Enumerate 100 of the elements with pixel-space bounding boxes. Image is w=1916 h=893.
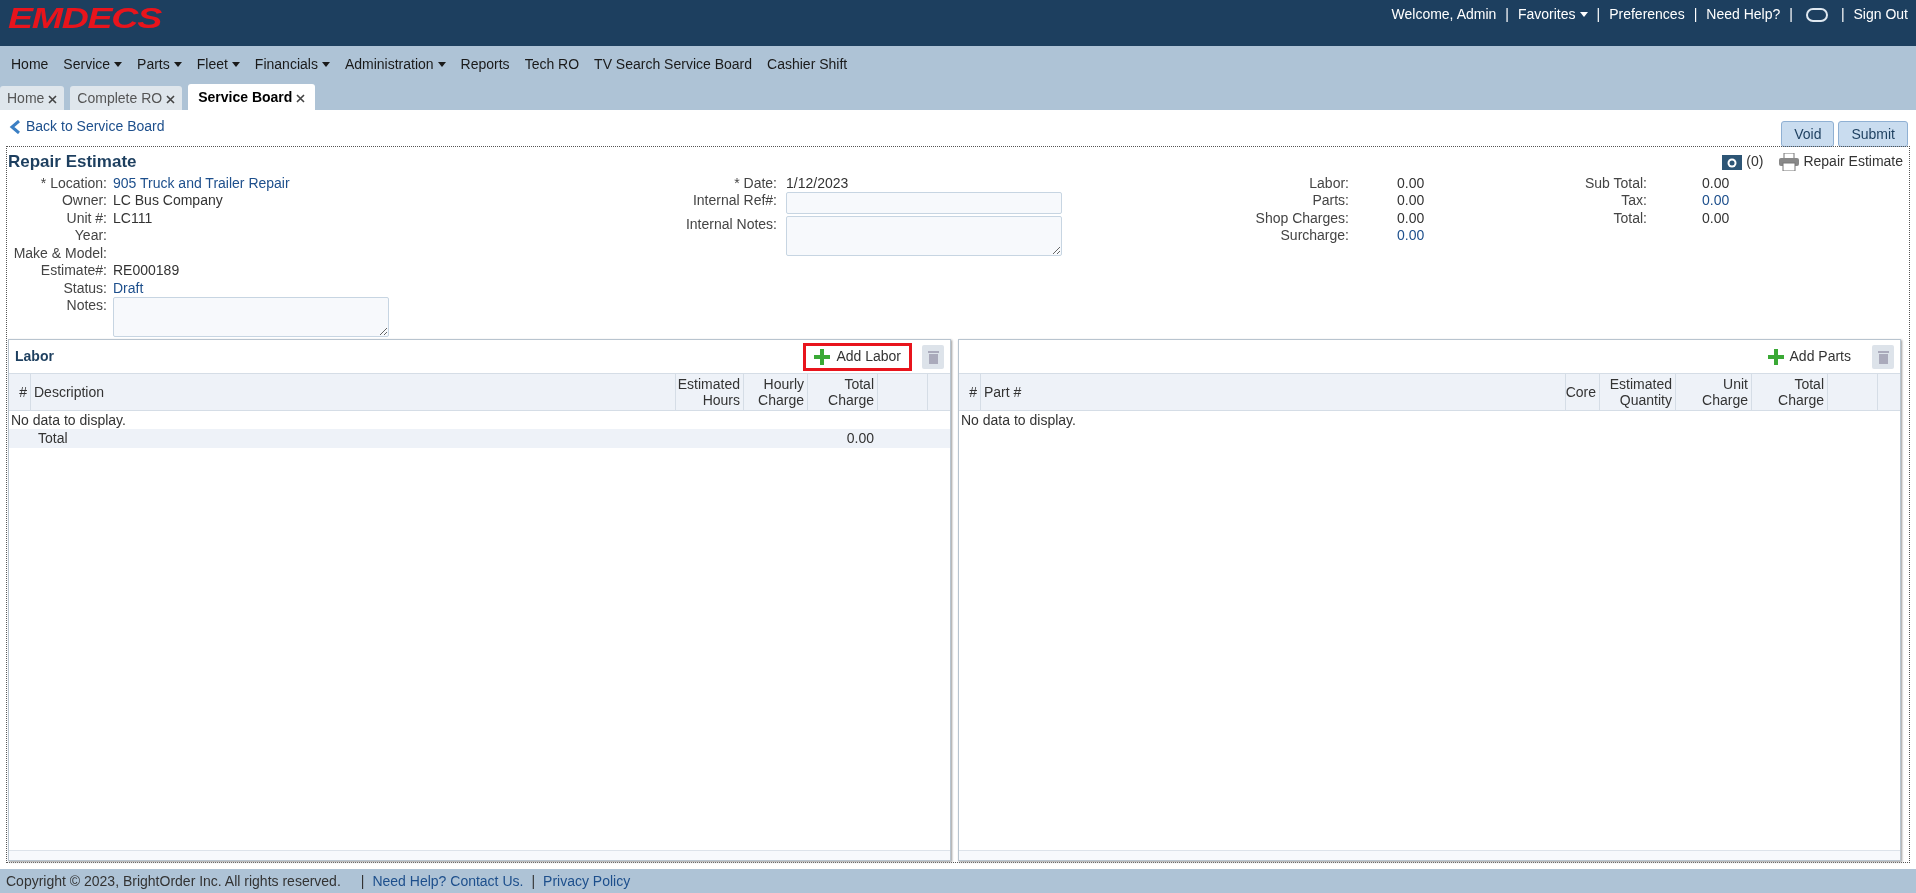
header-link[interactable]: Need Help? xyxy=(1706,4,1781,25)
field-label: Surcharge: xyxy=(1279,227,1349,245)
total-label: Total xyxy=(37,429,69,448)
back-link[interactable]: Back to Service Board xyxy=(9,116,165,137)
menu-item[interactable]: Administration xyxy=(344,53,446,75)
notes-field[interactable] xyxy=(786,216,1062,256)
separator: | xyxy=(1788,5,1794,24)
column-header[interactable]: Hourly Charge xyxy=(744,374,808,410)
column-header[interactable]: Unit Charge xyxy=(1676,374,1752,410)
field-label: Shop Charges: xyxy=(1254,209,1349,227)
separator: | xyxy=(360,871,365,891)
chat-icon[interactable] xyxy=(1805,7,1828,22)
field-label: * Location: xyxy=(39,174,107,192)
column-header[interactable]: Part # xyxy=(981,374,1566,410)
field-label: Notes: xyxy=(65,297,107,315)
column-header[interactable]: # xyxy=(959,374,981,410)
caret-icon xyxy=(1579,12,1588,17)
caret-icon xyxy=(437,61,446,67)
close-icon[interactable] xyxy=(166,95,176,104)
logo: EMDECS xyxy=(8,0,161,36)
separator: | xyxy=(1839,5,1846,24)
column-header[interactable]: Estimated Hours xyxy=(676,374,744,410)
notes-field[interactable] xyxy=(113,297,389,337)
menu-item[interactable]: TV Search Service Board xyxy=(594,53,753,75)
separator: | xyxy=(531,871,536,891)
column-header[interactable]: Description xyxy=(31,374,676,410)
field-label: Total: xyxy=(1612,209,1647,227)
tab[interactable]: Service Board xyxy=(188,84,316,110)
separator: | xyxy=(1692,5,1699,24)
menu-item[interactable]: Fleet xyxy=(196,53,240,75)
header-link[interactable]: Welcome, Admin xyxy=(1391,4,1497,25)
field-link[interactable]: 0.00 xyxy=(1702,192,1730,210)
column-header[interactable]: Core xyxy=(1566,374,1600,410)
trash-icon xyxy=(927,349,939,364)
field-label: Make & Model: xyxy=(12,244,107,262)
menu-item[interactable]: Reports xyxy=(460,53,510,75)
caret-icon xyxy=(173,61,182,67)
separator: | xyxy=(1504,5,1510,24)
field-label: * Date: xyxy=(733,174,777,192)
footer-link[interactable]: Need Help? Contact Us. xyxy=(372,870,524,892)
header-link[interactable]: Sign Out xyxy=(1853,4,1908,25)
menu-item[interactable]: Financials xyxy=(254,53,330,75)
column-header[interactable]: Estimated Quantity xyxy=(1600,374,1676,410)
field-label: Internal Notes: xyxy=(684,216,777,234)
menu-item[interactable]: Cashier Shift xyxy=(767,53,848,75)
field-label: Unit #: xyxy=(65,209,107,227)
field-link[interactable]: 0.00 xyxy=(1397,227,1425,245)
delete-button[interactable] xyxy=(922,344,944,369)
tab[interactable]: Complete RO xyxy=(70,86,183,110)
copyright-text: Copyright © 2023, BrightOrder Inc. All rights reserved. xyxy=(6,871,341,891)
header-link[interactable]: Favorites xyxy=(1517,4,1588,25)
total-amount: 0.00 xyxy=(845,429,875,448)
add-button[interactable]: Add Parts xyxy=(1756,342,1862,371)
plus-icon xyxy=(814,348,831,365)
menu-item[interactable]: Tech RO xyxy=(524,53,580,75)
field-label: Internal Ref#: xyxy=(691,192,777,210)
menu-item[interactable]: Service xyxy=(63,53,123,75)
field-label: Labor: xyxy=(1308,174,1349,192)
menu-item[interactable]: Parts xyxy=(137,53,182,75)
tab[interactable]: Home xyxy=(0,86,65,110)
delete-button[interactable] xyxy=(1872,344,1894,369)
print-link[interactable]: Repair Estimate xyxy=(1779,151,1903,173)
field-value: 0.00 xyxy=(1702,209,1730,227)
field-value: 0.00 xyxy=(1397,192,1425,210)
horizontal-scrollbar[interactable] xyxy=(9,850,950,860)
field-value: RE000189 xyxy=(113,262,180,280)
add-button[interactable]: Add Labor xyxy=(803,342,912,371)
panel-title: Labor xyxy=(15,347,54,366)
separator: | xyxy=(1595,5,1602,24)
photos-link[interactable]: (0) xyxy=(1722,151,1764,173)
field-label: Status: xyxy=(62,279,107,297)
caret-icon xyxy=(321,61,330,67)
column-header[interactable]: Total Charge xyxy=(808,374,878,410)
field-link[interactable]: Draft xyxy=(113,279,144,297)
close-icon[interactable] xyxy=(48,95,58,104)
column-header[interactable]: # xyxy=(9,374,31,410)
header-link[interactable]: Preferences xyxy=(1609,4,1685,25)
caret-icon xyxy=(114,61,123,67)
plus-icon xyxy=(1767,348,1784,365)
field-value: 0.00 xyxy=(1397,174,1425,192)
field-label: Year: xyxy=(73,227,107,245)
field-label: Estimate#: xyxy=(39,262,107,280)
menu-item[interactable]: Home xyxy=(11,53,49,75)
trash-icon xyxy=(1877,349,1889,364)
field-label: Tax: xyxy=(1620,192,1647,210)
action-button[interactable]: Void xyxy=(1781,121,1835,147)
field-label: Parts: xyxy=(1311,192,1349,210)
horizontal-scrollbar[interactable] xyxy=(959,850,1900,860)
column-header[interactable]: Total Charge xyxy=(1752,374,1828,410)
close-icon[interactable] xyxy=(296,94,306,103)
page-title: Repair Estimate xyxy=(8,151,137,173)
action-button[interactable]: Submit xyxy=(1838,121,1908,147)
chevron-left-icon xyxy=(9,119,21,134)
field-value: 1/12/2023 xyxy=(786,174,849,192)
text-field[interactable] xyxy=(786,192,1062,214)
field-link[interactable]: 905 Truck and Trailer Repair xyxy=(113,174,290,192)
field-value: LC Bus Company xyxy=(113,192,223,210)
empty-message: No data to display. xyxy=(10,411,127,429)
footer-link[interactable]: Privacy Policy xyxy=(543,870,631,892)
field-label: Owner: xyxy=(60,192,107,210)
